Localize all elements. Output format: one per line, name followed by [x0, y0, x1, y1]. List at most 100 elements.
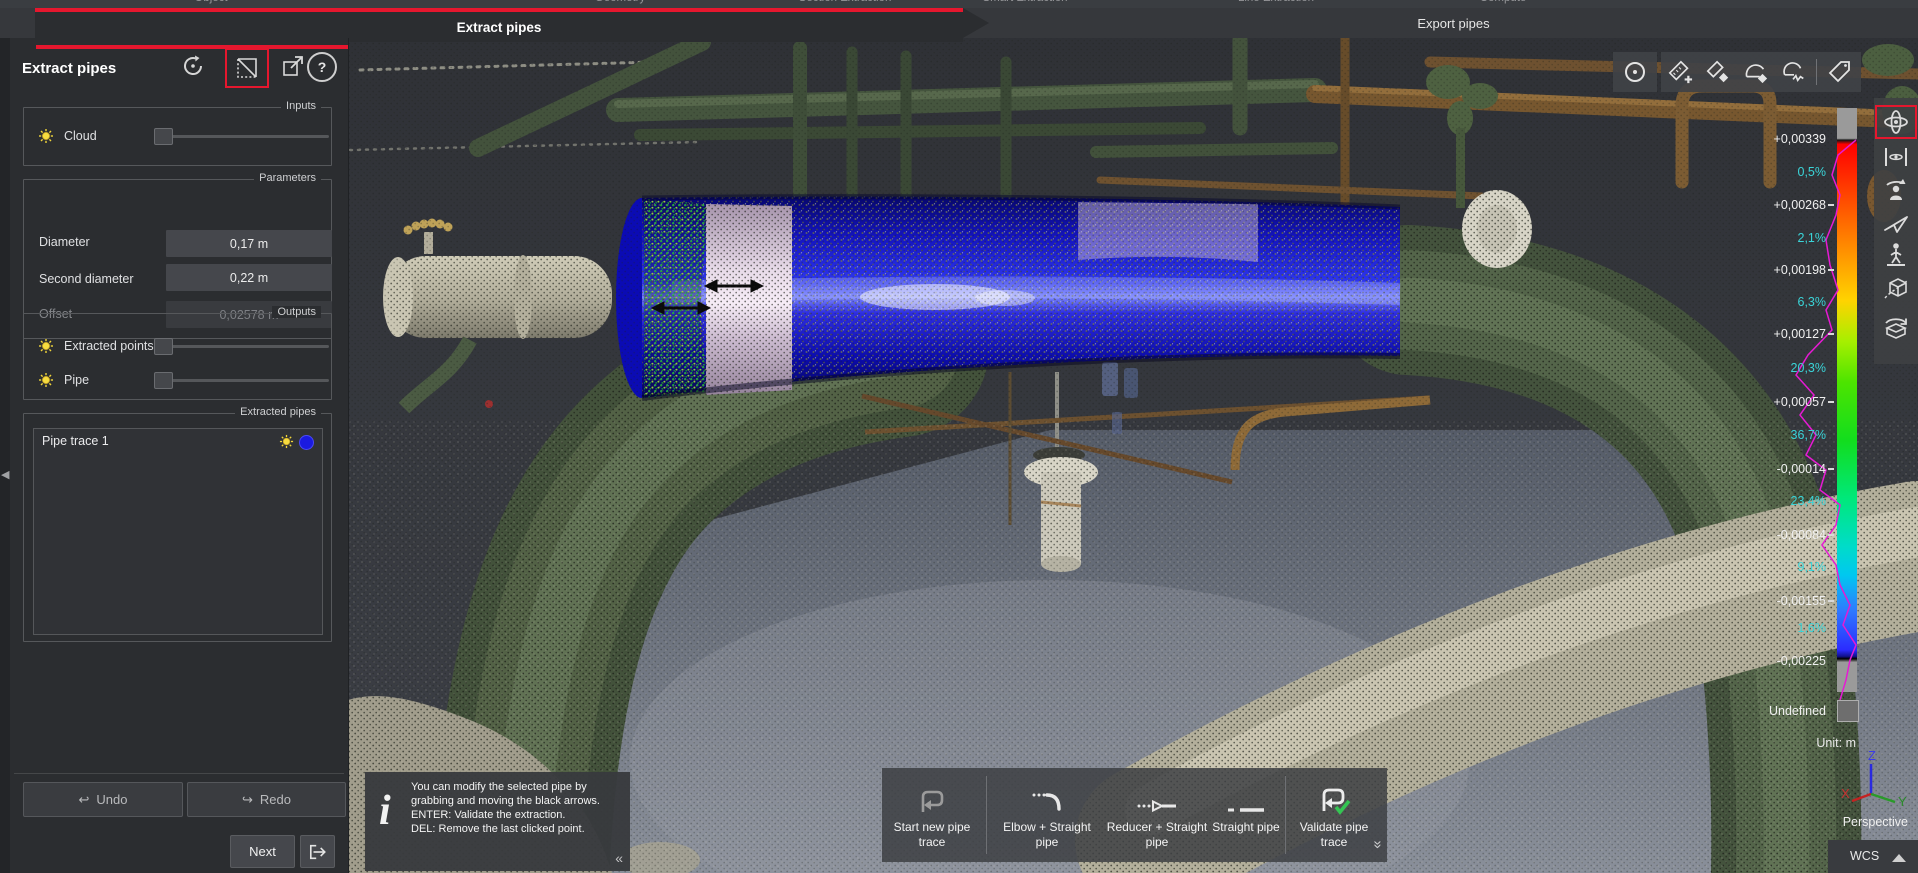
tab-extract-pipes[interactable]: Extract pipes	[35, 8, 963, 42]
exit-icon	[308, 843, 328, 861]
measure-angle-axis-tool[interactable]	[1775, 59, 1813, 85]
validate-pipe-trace-button[interactable]: Validate pipe trace	[1288, 774, 1380, 858]
pipe-label: Pipe	[64, 373, 89, 387]
measure-distance-tool[interactable]	[1699, 59, 1737, 85]
align-view-button[interactable]	[1876, 142, 1916, 172]
reducer-straight-pipe-button[interactable]: Reducer + Straight pipe	[1105, 774, 1209, 858]
export-window-icon[interactable]	[280, 53, 306, 79]
next-button[interactable]: Next	[230, 835, 295, 868]
view-path-button[interactable]	[1876, 272, 1916, 302]
workflow-step-compute[interactable]: Compute	[1480, 0, 1527, 4]
info-collapse-icon[interactable]: «	[615, 850, 623, 866]
protractor-diamond-icon	[1743, 59, 1769, 85]
workflow-step-smart-extraction[interactable]: Smart Extraction	[983, 0, 1068, 4]
rotate-box-button[interactable]	[1876, 314, 1916, 344]
walk-mode-button[interactable]	[1876, 239, 1916, 269]
extracted-points-slider-handle[interactable]	[154, 338, 173, 355]
extracted-pipes-legend: Extracted pipes	[235, 406, 321, 418]
redo-button[interactable]: ↪ Redo	[187, 782, 346, 817]
cloud-label: Cloud	[64, 129, 97, 143]
rectangular-selection-icon[interactable]	[225, 48, 269, 88]
cloud-opacity-slider[interactable]	[169, 135, 329, 138]
panel-accent-bar	[36, 45, 348, 49]
axis-triad: Z X Y	[1838, 748, 1910, 810]
orbit-mode-button[interactable]	[1875, 105, 1917, 139]
exit-button[interactable]	[300, 835, 335, 868]
turn-around-button[interactable]	[1876, 175, 1916, 205]
walkthrough-icon	[1882, 240, 1910, 268]
workflow-step-geometry[interactable]: Geometry	[595, 0, 646, 4]
redo-label: Redo	[260, 792, 291, 807]
list-item-pipe-trace[interactable]: Pipe trace 1	[34, 429, 322, 453]
diameter-label: Diameter	[39, 235, 90, 249]
toolbar-divider	[1285, 776, 1286, 854]
extracted-pipes-list[interactable]: Pipe trace 1	[33, 428, 323, 635]
workflow-step-object[interactable]: Object	[194, 0, 227, 4]
undo-button[interactable]: ↩ Undo	[23, 782, 183, 817]
validate-pipe-trace-icon	[1288, 780, 1380, 816]
diameter-field[interactable]: 0,17 m	[166, 230, 332, 257]
toolbar-collapse-chevron-icon[interactable]: »	[1370, 840, 1387, 848]
scale-tick	[1828, 333, 1834, 335]
workflow-strip: Object Geometry Section Extraction Smart…	[0, 0, 1918, 8]
tab-export-pipes[interactable]: Export pipes	[989, 8, 1918, 38]
pipe-slider[interactable]	[169, 379, 329, 382]
axis-y-label: Y	[1898, 794, 1907, 809]
undo-arrow-icon: ↩	[79, 792, 90, 808]
view-sphere-icon	[1622, 59, 1648, 85]
pipe-trace-color-swatch[interactable]	[299, 435, 314, 450]
panel-collapse-arrow-icon[interactable]: ◀	[1, 468, 9, 481]
second-diameter-field[interactable]: 0,22 m	[166, 264, 332, 291]
scale-label: -0,00225	[1777, 654, 1826, 668]
start-new-pipe-trace-button[interactable]: Start new pipe trace	[884, 774, 980, 858]
extracted-points-bulb-icon[interactable]	[38, 338, 54, 357]
scale-label: 0,5%	[1798, 165, 1827, 179]
pipe-bulb-icon[interactable]	[38, 372, 54, 391]
undefined-swatch[interactable]	[1837, 700, 1859, 722]
ruler-plus-icon	[1667, 59, 1693, 85]
extracted-points-slider[interactable]	[169, 345, 329, 348]
pipe-trace-icon	[884, 780, 980, 816]
measure-toolbar	[1661, 52, 1861, 92]
cloud-bulb-icon[interactable]	[38, 128, 54, 147]
add-measurement-tool[interactable]	[1661, 59, 1699, 85]
workflow-step-line-extraction[interactable]: Line Extraction	[1238, 0, 1314, 4]
scene-svg	[348, 38, 1918, 873]
info-line-2: ENTER: Validate the extraction.	[411, 809, 624, 823]
help-icon[interactable]: ?	[307, 52, 337, 82]
info-line-3: DEL: Remove the last clicked point.	[411, 823, 624, 837]
tab-chevron	[963, 8, 989, 38]
extract-pipes-panel: Extract pipes ? Inputs Cloud Parameters …	[10, 38, 349, 873]
projection-label[interactable]: Perspective	[1843, 815, 1908, 829]
pipe-slider-handle[interactable]	[154, 372, 173, 389]
fly-mode-button[interactable]	[1876, 207, 1916, 237]
wcs-dropdown[interactable]: WCS	[1828, 840, 1918, 873]
next-label: Next	[249, 844, 276, 859]
label-tool[interactable]	[1820, 59, 1858, 85]
measure-angle-tool[interactable]	[1737, 59, 1775, 85]
inputs-legend: Inputs	[281, 100, 321, 112]
scale-label: +0,00127	[1774, 327, 1826, 341]
validate-pipe-trace-label: Validate pipe trace	[1288, 820, 1380, 850]
panel-separator	[14, 773, 344, 774]
straight-pipe-label: Straight pipe	[1210, 820, 1282, 835]
wcs-label: WCS	[1850, 849, 1879, 863]
scale-label: 1,6%	[1798, 621, 1827, 635]
elbow-straight-pipe-button[interactable]: Elbow + Straight pipe	[996, 774, 1098, 858]
cloud-opacity-slider-handle[interactable]	[154, 128, 173, 145]
pipe-trace-bulb-icon[interactable]	[279, 434, 294, 452]
straight-pipe-button[interactable]: Straight pipe	[1210, 774, 1282, 858]
pipe-trace-toolbar: Start new pipe trace Elbow + Straight pi…	[882, 768, 1387, 862]
outputs-legend: Outputs	[272, 306, 321, 318]
pipe-trace-label: Pipe trace 1	[42, 434, 109, 448]
scale-label: -0,00014	[1777, 462, 1826, 476]
paper-plane-icon	[1882, 208, 1910, 236]
help-glyph: ?	[318, 59, 327, 75]
tab-bar: Extract pipes Export pipes	[0, 8, 1918, 38]
workflow-step-section-extraction[interactable]: Section Extraction	[799, 0, 892, 4]
reset-icon[interactable]	[180, 53, 206, 79]
view-sphere-tool[interactable]	[1613, 52, 1657, 92]
axis-x-label: X	[1841, 786, 1850, 801]
viewport-3d[interactable]	[348, 38, 1918, 873]
tag-icon	[1826, 59, 1852, 85]
